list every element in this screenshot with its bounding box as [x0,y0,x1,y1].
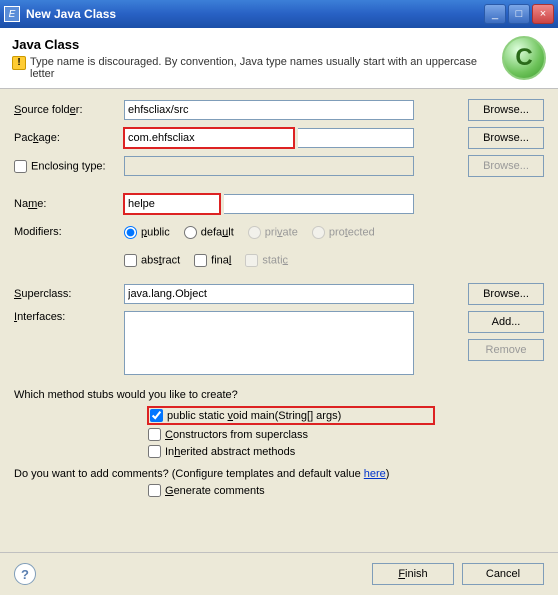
default-radio[interactable] [184,226,197,239]
warning-text: Type name is discouraged. By convention,… [30,56,494,80]
source-folder-label: Source folder: [14,104,124,116]
package-input[interactable] [124,128,294,148]
window-buttons: _ □ × [484,4,554,24]
enclosing-type-input [124,156,414,176]
enclosing-browse-button: Browse... [468,155,544,177]
modifier-public[interactable]: public [124,226,170,239]
superclass-input[interactable] [124,284,414,304]
static-checkbox [245,254,258,267]
maximize-button[interactable]: □ [508,4,530,24]
modifier-private: private [248,226,298,239]
constructors-checkbox[interactable] [148,428,161,441]
finish-button[interactable]: Finish [372,563,454,585]
superclass-label: Superclass: [14,288,124,300]
interfaces-add-button[interactable]: Add... [468,311,544,333]
protected-radio [312,226,325,239]
content-area: Source folder: Browse... Package: Browse… [0,89,558,511]
package-input-ext[interactable] [298,128,414,148]
public-radio[interactable] [124,226,137,239]
abstract-checkbox[interactable] [124,254,137,267]
main-method-label: public static void main(String[] args) [167,410,341,422]
footer: ? Finish Cancel [0,552,558,595]
interfaces-remove-button: Remove [468,339,544,361]
help-icon[interactable]: ? [14,563,36,585]
inherited-label: Inherited abstract methods [165,446,295,458]
modifier-abstract[interactable]: abstract [124,254,180,267]
minimize-button[interactable]: _ [484,4,506,24]
source-folder-input[interactable] [124,100,414,120]
package-browse-button[interactable]: Browse... [468,127,544,149]
enclosing-type-label: Enclosing type: [14,160,124,173]
interfaces-label: Interfaces: [14,311,124,323]
stubs-question: Which method stubs would you like to cre… [14,389,544,401]
superclass-browse-button[interactable]: Browse... [468,283,544,305]
interfaces-list[interactable] [124,311,414,375]
cancel-button[interactable]: Cancel [462,563,544,585]
modifiers-label: Modifiers: [14,226,124,238]
constructors-label: Constructors from superclass [165,429,308,441]
generate-comments-label: Generate comments [165,485,265,497]
warning-icon: ! [12,56,26,70]
close-button[interactable]: × [532,4,554,24]
app-icon: E [4,6,20,22]
package-label: Package: [14,132,124,144]
modifier-default[interactable]: default [184,226,234,239]
name-label: Name: [14,198,124,210]
generate-comments-checkbox[interactable] [148,484,161,497]
page-title: Java Class [12,37,494,52]
private-radio [248,226,261,239]
name-input-ext[interactable] [224,194,414,214]
modifier-protected: protected [312,226,375,239]
dialog-header: Java Class ! Type name is discouraged. B… [0,28,558,89]
name-input[interactable] [124,194,220,214]
class-icon: C [502,36,546,80]
configure-link[interactable]: here [364,468,386,480]
comments-question: Do you want to add comments? (Configure … [14,468,544,480]
titlebar: E New Java Class _ □ × [0,0,558,28]
main-method-checkbox[interactable] [150,409,163,422]
final-checkbox[interactable] [194,254,207,267]
window-title: New Java Class [26,7,484,21]
inherited-checkbox[interactable] [148,445,161,458]
warning-row: ! Type name is discouraged. By conventio… [12,56,494,80]
enclosing-type-checkbox[interactable] [14,160,27,173]
source-folder-browse-button[interactable]: Browse... [468,99,544,121]
modifier-static: static [245,254,288,267]
modifier-final[interactable]: final [194,254,231,267]
